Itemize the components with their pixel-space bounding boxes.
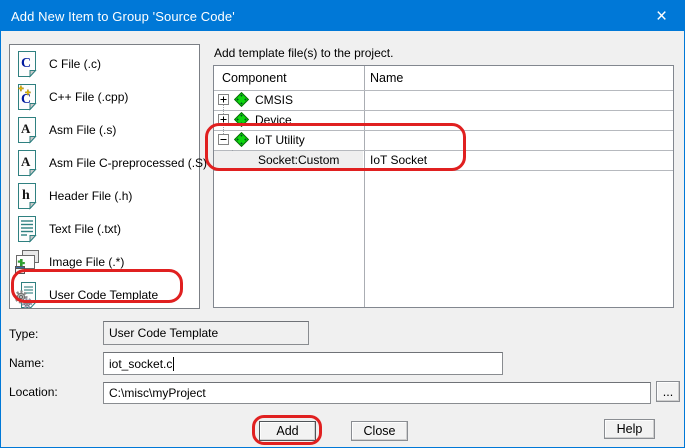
add-new-item-dialog: Add New Item to Group 'Source Code' × C … xyxy=(0,0,685,448)
help-button[interactable]: Help xyxy=(604,419,655,439)
column-header-name[interactable]: Name xyxy=(370,66,403,90)
svg-text:+: + xyxy=(25,88,31,99)
svg-text:C: C xyxy=(21,56,31,71)
c-file-icon: C xyxy=(12,50,42,78)
browse-button[interactable]: ... xyxy=(656,381,680,402)
template-table[interactable]: Component Name CMSIS Device IoT Utility … xyxy=(213,65,674,308)
file-type-list[interactable]: C C File (.c) C + + C++ File (.cpp) A As… xyxy=(9,44,207,311)
text-file-icon xyxy=(12,215,42,243)
location-input[interactable]: C:\misc\myProject xyxy=(103,382,651,404)
collapse-minus-icon[interactable] xyxy=(218,134,229,145)
text-caret xyxy=(173,356,175,371)
list-item-image-file[interactable]: Image File (.*) xyxy=(12,245,196,278)
svg-text:A: A xyxy=(21,154,31,169)
list-item-label: Asm File C-preprocessed (.S) xyxy=(49,155,208,170)
list-item-text-file[interactable]: Text File (.txt) xyxy=(12,212,196,245)
location-label: Location: xyxy=(9,385,58,399)
list-item-asm-file[interactable]: A Asm File (.s) xyxy=(12,113,196,146)
list-item-label: Header File (.h) xyxy=(49,188,133,203)
tree-label[interactable]: Device xyxy=(255,110,292,130)
list-item-label: User Code Template xyxy=(49,287,159,302)
component-diamond-icon xyxy=(234,112,249,127)
column-header-component[interactable]: Component xyxy=(222,66,287,90)
user-code-template-icon xyxy=(12,281,42,309)
name-input[interactable]: iot_socket.c xyxy=(103,352,503,375)
tree-row-iot-utility[interactable]: IoT Utility xyxy=(214,130,673,150)
close-icon: × xyxy=(655,5,668,27)
tree-name-cell[interactable]: IoT Socket xyxy=(370,150,427,170)
tree-label[interactable]: CMSIS xyxy=(255,90,293,110)
panel-caption: Add template file(s) to the project. xyxy=(214,46,394,60)
titlebar[interactable]: Add New Item to Group 'Source Code' × xyxy=(1,1,684,31)
list-item-label: C File (.c) xyxy=(49,56,101,71)
tree-label[interactable]: IoT Utility xyxy=(255,130,305,150)
expand-plus-icon[interactable] xyxy=(218,94,229,105)
list-item-label: C++ File (.cpp) xyxy=(49,89,129,104)
svg-text:h: h xyxy=(22,188,30,203)
type-field: User Code Template xyxy=(103,321,309,345)
tree-row-cmsis[interactable]: CMSIS xyxy=(214,90,673,110)
close-button-bottom[interactable]: Close xyxy=(351,421,408,441)
component-diamond-icon xyxy=(234,132,249,147)
add-button[interactable]: Add xyxy=(259,421,316,441)
tree-row-device[interactable]: Device xyxy=(214,110,673,130)
asm-file-icon: A xyxy=(12,116,42,144)
tree-row-socket-custom[interactable]: Socket:Custom IoT Socket xyxy=(214,150,673,170)
list-item-header-file[interactable]: h Header File (.h) xyxy=(12,179,196,212)
svg-text:A: A xyxy=(21,121,31,136)
list-item-label: Image File (.*) xyxy=(49,254,125,269)
name-label: Name: xyxy=(9,356,45,370)
tree-label[interactable]: Socket:Custom xyxy=(258,150,339,170)
component-diamond-icon xyxy=(234,92,249,107)
image-file-icon xyxy=(12,249,42,275)
svg-text:+: + xyxy=(18,84,24,95)
list-item-label: Asm File (.s) xyxy=(49,122,117,137)
list-item-user-code-template[interactable]: User Code Template xyxy=(12,278,196,311)
expand-plus-icon[interactable] xyxy=(218,114,229,125)
list-item-c-file[interactable]: C C File (.c) xyxy=(12,47,196,80)
list-item-cpp-file[interactable]: C + + C++ File (.cpp) xyxy=(12,80,196,113)
cpp-file-icon: C + + xyxy=(12,83,42,111)
list-item-asm-file-preprocessed[interactable]: A Asm File C-preprocessed (.S) xyxy=(12,146,207,179)
close-button[interactable]: × xyxy=(639,1,684,31)
dialog-title: Add New Item to Group 'Source Code' xyxy=(11,8,235,24)
list-item-label: Text File (.txt) xyxy=(49,221,122,236)
type-label: Type: xyxy=(9,327,39,341)
asm-preprocessed-file-icon: A xyxy=(12,149,42,177)
header-file-icon: h xyxy=(12,182,42,210)
